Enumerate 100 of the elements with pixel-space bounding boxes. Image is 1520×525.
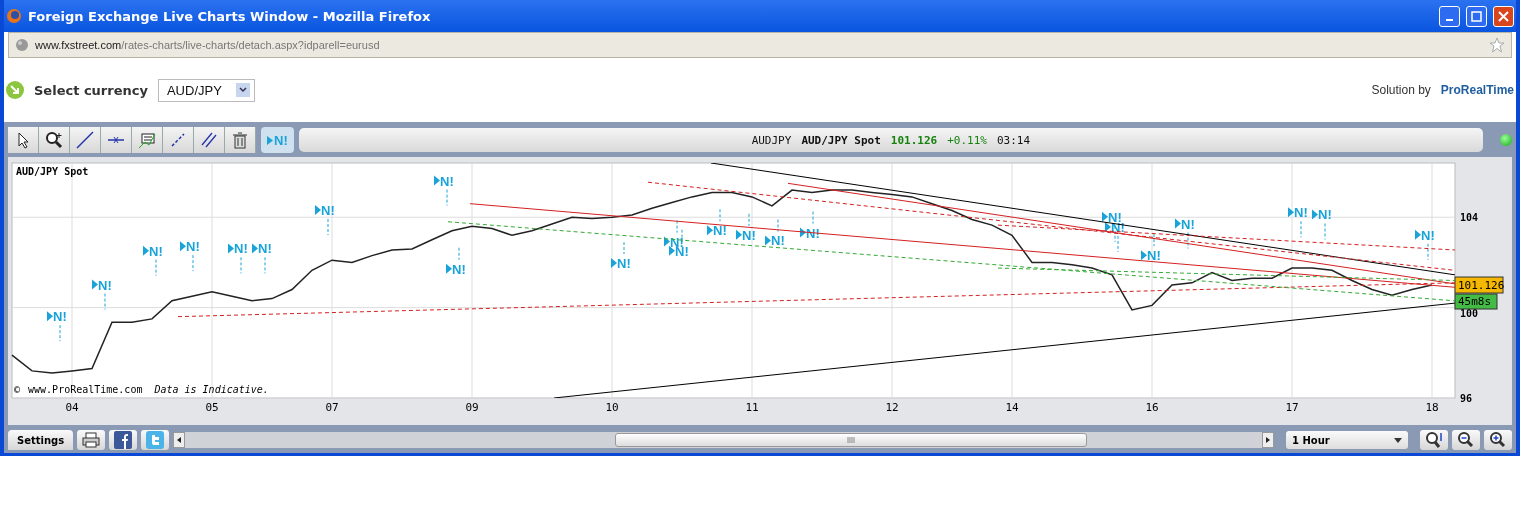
axis-label: 16 bbox=[1145, 401, 1159, 414]
annotation: N! bbox=[742, 227, 756, 243]
leader-line bbox=[458, 247, 460, 261]
leader-line bbox=[623, 241, 625, 255]
bird-icon bbox=[146, 431, 165, 449]
axis-label: 96 bbox=[1460, 393, 1473, 404]
select-label: Select currency bbox=[34, 82, 148, 98]
globe-icon bbox=[15, 38, 29, 52]
leader-line bbox=[192, 254, 194, 272]
scroll-left-button[interactable] bbox=[173, 432, 186, 448]
annotation: N! bbox=[53, 309, 67, 325]
indicator-icon bbox=[137, 130, 157, 150]
tool-button[interactable] bbox=[39, 127, 70, 153]
zoom-in-icon bbox=[44, 130, 64, 150]
annotation: N! bbox=[713, 223, 727, 239]
browser-logo-icon bbox=[6, 8, 22, 24]
currency-select[interactable]: AUD/JPY bbox=[157, 78, 255, 102]
chart-title: AUD/JPY Spot bbox=[16, 166, 89, 177]
leader-line bbox=[719, 208, 721, 222]
price-text: 101.126 bbox=[890, 133, 938, 147]
right-arrow-icon bbox=[1266, 437, 1270, 443]
tool-button[interactable] bbox=[8, 127, 39, 153]
scroll-thumb[interactable] bbox=[615, 433, 1088, 447]
maximize-icon bbox=[1471, 10, 1482, 22]
annotation: N! bbox=[258, 241, 272, 257]
minimize-button[interactable] bbox=[1439, 5, 1460, 27]
caret-icon bbox=[1394, 437, 1402, 443]
copyright-text: © www.ProRealTime.com Data is Indicative. bbox=[14, 384, 269, 395]
annotation: N! bbox=[1421, 227, 1435, 243]
change-text: +0.11% bbox=[947, 133, 987, 147]
leader-line bbox=[59, 324, 61, 342]
leader-line bbox=[1153, 233, 1155, 247]
news-button[interactable]: N! bbox=[261, 127, 294, 153]
zoom-out-button[interactable] bbox=[1452, 430, 1480, 450]
annotation: N! bbox=[186, 239, 200, 255]
line-tool-icon bbox=[75, 130, 95, 150]
timeframe-select[interactable]: 1 Hour bbox=[1286, 431, 1408, 449]
facebook-button[interactable] bbox=[109, 430, 138, 450]
leader-line bbox=[676, 220, 678, 234]
left-arrow-icon bbox=[177, 437, 182, 443]
axis-label: 18 bbox=[1425, 401, 1439, 414]
leader-line bbox=[155, 259, 157, 277]
leader-line bbox=[1427, 243, 1429, 261]
axis-label: 17 bbox=[1285, 401, 1299, 414]
close-button[interactable] bbox=[1493, 5, 1514, 27]
minimize-icon bbox=[1446, 19, 1453, 21]
autoscale-button[interactable] bbox=[1420, 430, 1448, 450]
instrument-name: AUD/JPY Spot bbox=[801, 133, 881, 147]
tool-button[interactable] bbox=[194, 127, 225, 153]
star-icon[interactable] bbox=[1489, 37, 1505, 53]
annotation: N! bbox=[452, 261, 466, 277]
annotation: N! bbox=[617, 256, 631, 272]
credit-text: Solution by bbox=[1371, 83, 1431, 97]
leader-line bbox=[748, 213, 750, 227]
maximize-button[interactable] bbox=[1466, 5, 1487, 27]
leader-line bbox=[264, 256, 266, 274]
symbol-text: AUDJPY bbox=[751, 133, 792, 147]
leader-line bbox=[812, 211, 814, 225]
axis-label: 100 bbox=[1460, 307, 1479, 319]
axis-label: 12 bbox=[885, 401, 899, 414]
zoom-in-icon bbox=[1489, 431, 1507, 449]
annotation: N! bbox=[234, 241, 248, 257]
annotation: N! bbox=[1294, 205, 1308, 221]
annotation: N! bbox=[1181, 216, 1195, 232]
leader-line bbox=[240, 256, 242, 274]
annotation: N! bbox=[771, 233, 785, 249]
leader-line bbox=[681, 229, 683, 243]
print-button[interactable] bbox=[77, 430, 106, 450]
axis-label: 11 bbox=[745, 401, 759, 414]
chevron-down-icon bbox=[238, 87, 247, 93]
axis-label: 14 bbox=[1005, 401, 1019, 414]
leader-line bbox=[446, 189, 448, 207]
address-bar[interactable]: www.fxstreet.com/rates-charts/live-charts/detach.aspx?idparell=eurusd bbox=[8, 32, 1512, 58]
leader-line bbox=[1187, 232, 1189, 250]
scrollbar[interactable] bbox=[173, 432, 1274, 448]
zoom-in-button[interactable] bbox=[1484, 430, 1512, 450]
timer-badge: 45m8s bbox=[1454, 293, 1498, 310]
brand-link[interactable]: ProRealTime bbox=[1440, 83, 1514, 97]
printer-icon bbox=[82, 432, 101, 448]
time-text: 03:14 bbox=[996, 133, 1031, 147]
annotation: N! bbox=[440, 173, 454, 189]
annotation: N! bbox=[321, 202, 335, 218]
leader-line bbox=[327, 218, 329, 236]
axis-label: 10 bbox=[605, 401, 619, 414]
leader-line bbox=[1324, 223, 1326, 240]
scroll-right-button[interactable] bbox=[1262, 432, 1274, 448]
leader-line bbox=[104, 293, 106, 311]
zoom-out-icon bbox=[1457, 431, 1475, 449]
axis-label: 09 bbox=[465, 401, 479, 414]
annotation: N! bbox=[98, 277, 112, 293]
leader-line bbox=[777, 219, 779, 232]
window-title: Foreign Exchange Live Charts Window - Mozilla Firefox bbox=[28, 8, 432, 24]
axis-label: 07 bbox=[325, 401, 339, 414]
leader-line bbox=[1300, 220, 1302, 238]
facebook-icon bbox=[114, 431, 133, 449]
annotation: N! bbox=[1147, 248, 1161, 264]
axis-label: 104 bbox=[1460, 212, 1479, 224]
settings-button[interactable]: Settings bbox=[8, 430, 74, 450]
annotation: N! bbox=[1318, 207, 1332, 223]
play-icon bbox=[267, 135, 273, 145]
